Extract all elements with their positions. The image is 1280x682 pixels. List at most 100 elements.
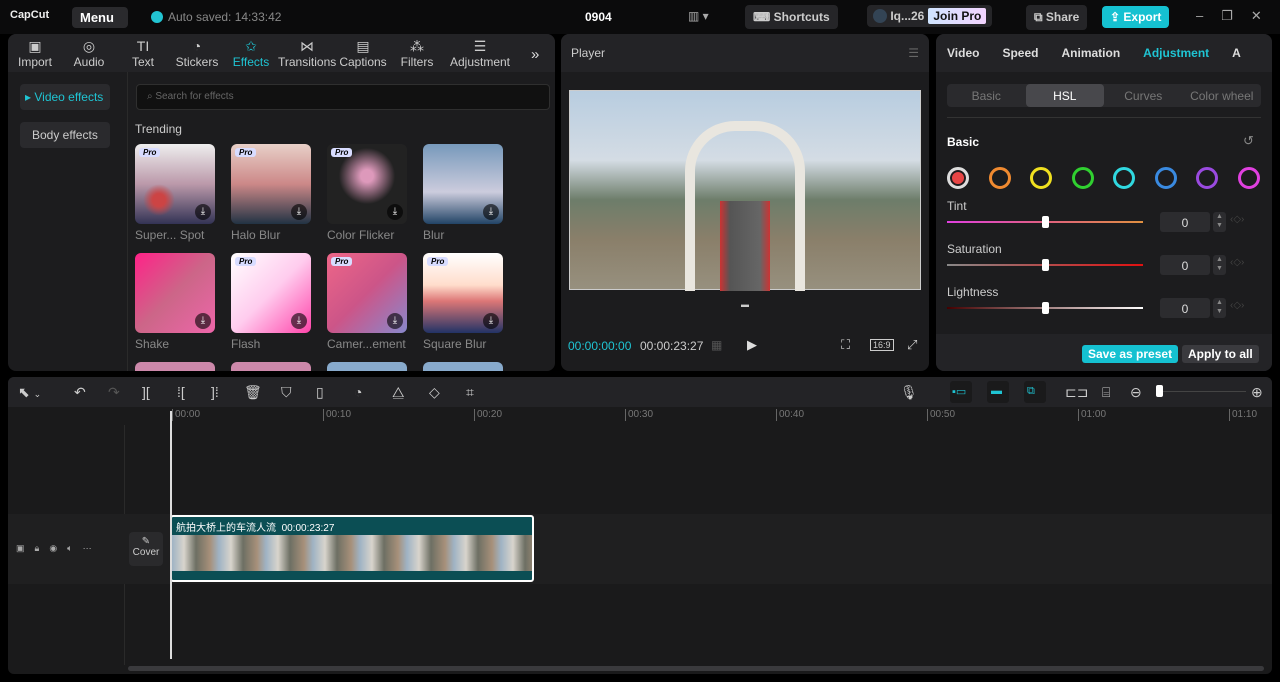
tab-captions[interactable]: ▤ Captions	[336, 34, 390, 72]
inspector-tab[interactable]: A	[1232, 34, 1241, 72]
sidebar-item-body-effects[interactable]: Body effects	[20, 122, 110, 148]
effect-thumbnail-partial[interactable]	[135, 362, 215, 371]
color-swatch[interactable]	[947, 167, 969, 189]
cover-button[interactable]: ✎ Cover	[129, 532, 163, 566]
effect-thumbnail-partial[interactable]	[423, 362, 503, 371]
inspector-tab[interactable]: Adjustment	[1143, 34, 1209, 72]
delete-icon[interactable]: 🗑︎	[244, 384, 262, 401]
user-button[interactable]: Iq...26 Join Pro	[867, 5, 993, 27]
window-controls[interactable]: –❐✕	[1196, 8, 1280, 24]
preview-axis-icon[interactable]: ⊏⊐	[1065, 384, 1088, 401]
menu-button[interactable]: Menu ⌄	[72, 7, 128, 39]
microphone-icon[interactable]: 🎙︎	[900, 384, 918, 401]
color-swatch[interactable]	[1196, 167, 1218, 189]
effect-card[interactable]: Pro ⤓ Square Blur	[423, 253, 503, 351]
color-swatch[interactable]	[1071, 167, 1094, 189]
zoom-fit-icon[interactable]: ⛶	[841, 337, 850, 353]
share-button[interactable]: ⧉ Share	[1026, 5, 1088, 30]
tab-filters[interactable]: ⁂ Filters	[390, 34, 444, 72]
inspector-tab[interactable]: Video	[947, 34, 979, 72]
join-pro-button[interactable]: Join Pro	[928, 8, 987, 24]
main-track-magnet-icon[interactable]: ▪▭	[950, 381, 972, 403]
menu-icon[interactable]: ☰	[908, 46, 919, 60]
keyframe-icon[interactable]: ‹◇›	[1230, 257, 1244, 268]
close-icon[interactable]: ✕	[1251, 8, 1280, 23]
reverse-icon[interactable]: ◔	[354, 384, 362, 400]
stepper-icon[interactable]: ▲ ▼	[1213, 255, 1226, 275]
download-icon[interactable]: ⤓	[483, 313, 499, 329]
tab-adjustment[interactable]: ☰ Adjustment	[444, 34, 516, 72]
tab-text[interactable]: TI Text	[116, 34, 170, 72]
slider-thumb[interactable]	[1042, 259, 1049, 271]
tab-audio[interactable]: ◎ Audio	[62, 34, 116, 72]
lightness-slider[interactable]	[947, 302, 1143, 314]
subtab[interactable]: HSL	[1025, 84, 1104, 107]
reset-icon[interactable]: ↺	[1243, 133, 1254, 149]
tab-effects[interactable]: ✩ Effects	[224, 34, 278, 72]
color-swatch[interactable]	[1154, 167, 1177, 189]
saturation-value-input[interactable]: 0	[1160, 255, 1210, 275]
effect-card[interactable]: Pro ⤓ Super... Spot	[135, 144, 215, 242]
marker-icon[interactable]: ⛉	[281, 384, 292, 401]
save-preset-button[interactable]: Save as preset	[1082, 345, 1179, 363]
lock-icon[interactable]: 🔒︎	[35, 543, 50, 553]
download-icon[interactable]: ⤓	[291, 313, 307, 329]
lightness-value-input[interactable]: 0	[1160, 298, 1210, 318]
download-icon[interactable]: ⤓	[291, 204, 307, 220]
rotate-icon[interactable]: ◇	[429, 384, 440, 401]
redo-icon[interactable]: ↷	[108, 384, 120, 401]
slider-thumb[interactable]	[1042, 216, 1049, 228]
playhead[interactable]	[170, 411, 172, 659]
zoom-in-icon[interactable]: ⊕	[1251, 384, 1263, 401]
zoom-out-icon[interactable]: ⊖	[1130, 384, 1142, 401]
mirror-icon[interactable]: ⧋	[392, 384, 405, 401]
zoom-slider-thumb[interactable]	[1156, 385, 1163, 397]
color-swatch[interactable]	[1030, 167, 1052, 189]
subtab[interactable]: Color wheel	[1183, 84, 1262, 107]
maximize-icon[interactable]: ❐	[1221, 8, 1251, 23]
freeze-icon[interactable]: ▯	[316, 384, 324, 401]
video-clip[interactable]: 航拍大桥上的车流人流 00:00:23:27	[170, 515, 534, 582]
download-icon[interactable]: ⤓	[483, 204, 499, 220]
export-button[interactable]: ⇪ Export	[1102, 6, 1170, 28]
tint-slider[interactable]	[947, 216, 1143, 228]
horizontal-scrollbar[interactable]	[128, 666, 1264, 671]
apply-to-all-button[interactable]: Apply to all	[1182, 345, 1259, 363]
effect-card[interactable]: Pro ⤓ Color Flicker	[327, 144, 407, 242]
effect-card[interactable]: Pro ⤓ Flash	[231, 253, 311, 351]
video-preview[interactable]	[569, 90, 921, 291]
download-icon[interactable]: ⤓	[387, 313, 403, 329]
sidebar-item-video-effects[interactable]: ▸ Video effects	[20, 84, 110, 110]
tab-transitions[interactable]: ⋈ Transitions	[278, 34, 336, 72]
tab-stickers[interactable]: ◔ Stickers	[170, 34, 224, 72]
inspector-tab[interactable]: Animation	[1061, 34, 1120, 72]
link-icon[interactable]: ⧉	[1024, 381, 1046, 403]
split-right-icon[interactable]: ]⁞	[211, 384, 219, 400]
color-swatch[interactable]	[1113, 167, 1135, 189]
color-swatch[interactable]	[1237, 167, 1260, 189]
effects-search-input[interactable]: ⌕ Search for effects	[136, 84, 550, 110]
more-icon[interactable]: ⋯	[83, 543, 102, 553]
stepper-icon[interactable]: ▲ ▼	[1213, 212, 1226, 232]
mute-icon[interactable]: 🔈︎	[67, 543, 82, 553]
snap-icon[interactable]: ▬	[987, 381, 1009, 403]
subtab[interactable]: Curves	[1104, 84, 1183, 107]
saturation-slider[interactable]	[947, 259, 1143, 271]
crop-icon[interactable]: ⌗	[466, 384, 474, 401]
drag-handle-icon[interactable]: ▬	[741, 300, 749, 309]
more-tabs-icon[interactable]: »	[531, 46, 539, 63]
layout-icon[interactable]: ▥ ▾	[688, 9, 709, 23]
stepper-icon[interactable]: ▲ ▼	[1213, 298, 1226, 318]
timeline-ruler[interactable]: 00:00 00:10 00:20 00:30 00:40 00:50 01:00 01:10	[168, 409, 1272, 423]
fit-timeline-icon[interactable]: ⌸	[1102, 384, 1110, 401]
effect-card[interactable]: Pro ⤓ Halo Blur	[231, 144, 311, 242]
visibility-icon[interactable]: ◉	[49, 543, 67, 553]
download-icon[interactable]: ⤓	[387, 204, 403, 220]
color-swatch[interactable]	[988, 167, 1011, 189]
slider-thumb[interactable]	[1042, 302, 1049, 314]
effect-thumbnail-partial[interactable]	[327, 362, 407, 371]
effect-card[interactable]: Pro ⤓ Camer...ement	[327, 253, 407, 351]
effect-card[interactable]: ⤓ Blur	[423, 144, 503, 242]
play-button[interactable]: ▶	[747, 337, 757, 353]
minimize-icon[interactable]: –	[1196, 8, 1221, 23]
